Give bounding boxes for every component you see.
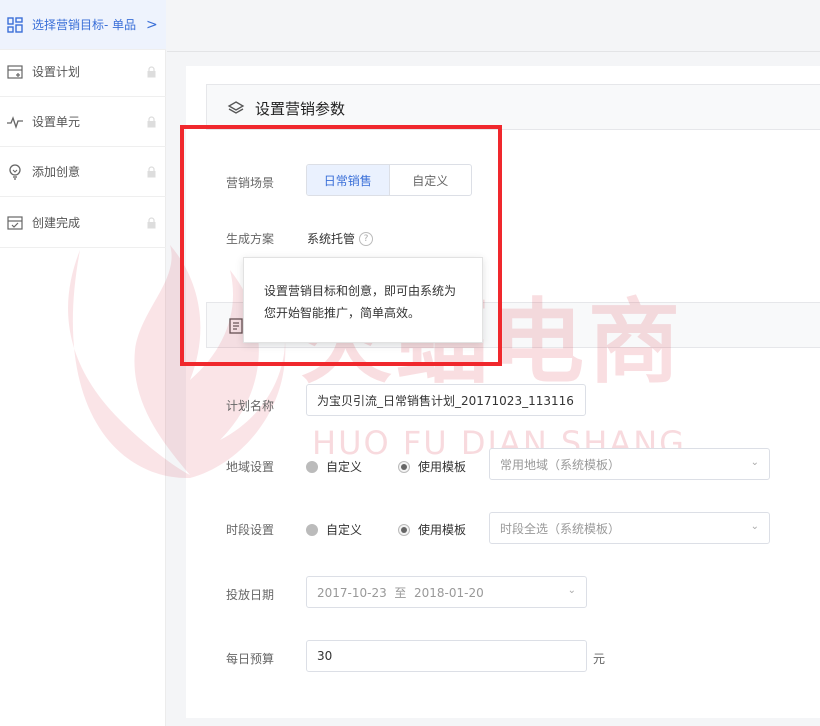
sidebar-item-set-plan[interactable]: 设置计划	[0, 47, 166, 97]
sidebar: 选择营销目标- 单品 > 设置计划 设置单元 添加创意 创建完成	[0, 0, 166, 726]
pulse-icon	[7, 115, 23, 129]
time-label: 时段设置	[226, 523, 275, 537]
sidebar-item-add-creative[interactable]: 添加创意	[0, 147, 166, 197]
radio-selected-icon	[398, 460, 410, 473]
radio-icon	[306, 523, 318, 536]
chevron-down-icon: ⌄	[750, 521, 759, 532]
sidebar-item-label: 设置计划	[32, 65, 81, 79]
chevron-down-icon: ⌄	[567, 585, 576, 596]
lock-icon	[147, 115, 156, 127]
lock-icon	[147, 65, 156, 77]
daily-budget-input[interactable]: 30	[306, 640, 587, 672]
budget-label: 每日预算	[226, 652, 275, 666]
top-bar	[167, 0, 820, 52]
sidebar-item-label: 添加创意	[32, 165, 81, 179]
region-label: 地域设置	[226, 460, 275, 474]
radio-selected-icon	[398, 523, 410, 536]
chevron-down-icon: ⌄	[750, 457, 759, 468]
budget-unit: 元	[593, 652, 606, 666]
calendar-plus-icon	[7, 64, 23, 79]
plan-name-label: 计划名称	[226, 399, 275, 413]
time-select-value: 时段全选（系统模板）	[500, 521, 621, 536]
sidebar-item-label: 设置单元	[32, 115, 81, 129]
plan-name-input[interactable]: 为宝贝引流_日常销售计划_20171023_113116	[306, 384, 586, 416]
highlight-box	[180, 125, 502, 366]
grid-icon	[7, 16, 23, 33]
lock-icon	[147, 216, 156, 228]
radio-label: 使用模板	[418, 523, 467, 537]
radio-label: 使用模板	[418, 460, 467, 474]
region-select-value: 常用地域（系统模板）	[500, 457, 621, 472]
time-select[interactable]: 时段全选（系统模板） ⌄	[489, 512, 770, 544]
date-range-picker[interactable]: 2017-10-23 至 2018-01-20 ⌄	[306, 576, 587, 608]
calendar-check-icon	[7, 215, 23, 230]
region-radio-template[interactable]: 使用模板	[398, 458, 466, 475]
lightbulb-icon	[9, 163, 21, 180]
region-select[interactable]: 常用地域（系统模板） ⌄	[489, 448, 770, 480]
sidebar-item-create-done[interactable]: 创建完成	[0, 198, 166, 248]
radio-icon	[306, 460, 318, 473]
dates-label: 投放日期	[226, 588, 275, 602]
time-radio-template[interactable]: 使用模板	[398, 521, 466, 538]
section-header: 设置营销参数	[206, 84, 820, 130]
section-title: 设置营销参数	[255, 100, 346, 118]
region-radio-custom[interactable]: 自定义	[306, 458, 362, 475]
time-radio-custom[interactable]: 自定义	[306, 521, 362, 538]
sidebar-item-label: 创建完成	[32, 216, 81, 230]
layers-icon	[227, 101, 245, 114]
sidebar-item-select-goal[interactable]: 选择营销目标- 单品 >	[0, 0, 166, 50]
sidebar-item-set-unit[interactable]: 设置单元	[0, 97, 166, 147]
lock-icon	[147, 165, 156, 177]
radio-label: 自定义	[326, 460, 363, 474]
chevron-right-icon: >	[146, 16, 158, 33]
radio-label: 自定义	[326, 523, 363, 537]
date-range-value: 2017-10-23 至 2018-01-20	[317, 585, 484, 600]
sidebar-item-label: 选择营销目标- 单品	[32, 18, 137, 32]
